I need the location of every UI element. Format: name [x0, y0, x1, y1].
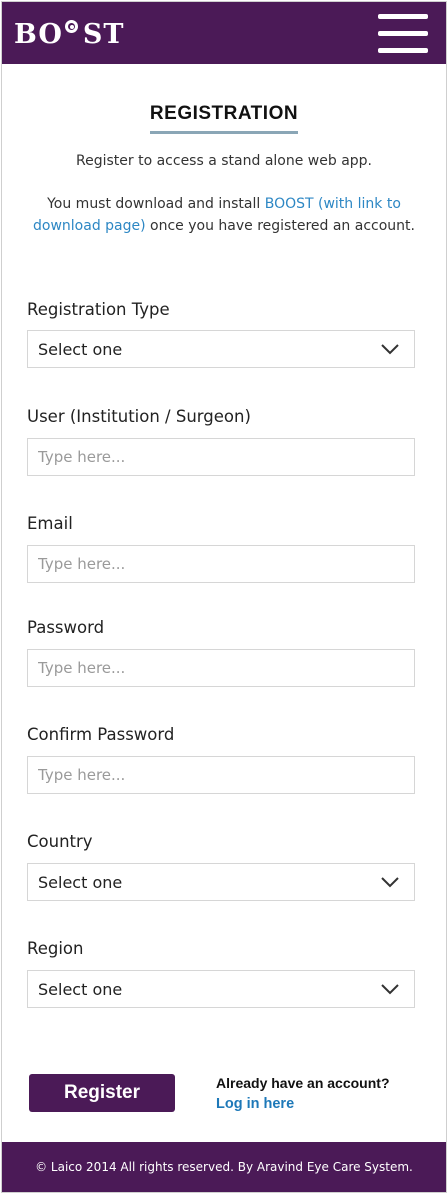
- country-select[interactable]: Select one: [27, 863, 415, 901]
- hamburger-menu-icon[interactable]: [378, 14, 428, 54]
- region-label: Region: [27, 939, 84, 958]
- download-notice-suffix: once you have registered an account.: [145, 218, 415, 234]
- user-field-box: [27, 438, 415, 476]
- account-question: Already have an account?: [216, 1075, 390, 1091]
- top-header: BO ST: [2, 2, 446, 64]
- email-input[interactable]: [28, 555, 414, 573]
- password-field-box: [27, 649, 415, 687]
- country-label: Country: [27, 832, 93, 851]
- user-label: User (Institution / Surgeon): [27, 407, 251, 426]
- logo-text-right: ST: [82, 18, 125, 50]
- logo-text-left: BO: [14, 18, 63, 50]
- confirm-password-label: Confirm Password: [27, 725, 175, 744]
- email-field-box: [27, 545, 415, 583]
- download-notice: You must download and install BOOST (wit…: [22, 193, 426, 237]
- region-select[interactable]: Select one: [27, 970, 415, 1008]
- download-notice-prefix: You must download and install: [47, 196, 265, 212]
- country-value: Select one: [38, 872, 123, 892]
- footer-copyright: © Laico 2014 All rights reserved. By Ara…: [35, 1160, 413, 1174]
- chevron-down-icon: [381, 877, 399, 888]
- registration-type-label: Registration Type: [27, 300, 170, 319]
- confirm-password-field-box: [27, 756, 415, 794]
- password-input[interactable]: [28, 659, 414, 677]
- chevron-down-icon: [381, 344, 399, 355]
- registration-type-select[interactable]: Select one: [27, 330, 415, 368]
- intro-text: Register to access a stand alone web app…: [76, 153, 372, 169]
- confirm-password-input[interactable]: [28, 766, 414, 784]
- registration-type-value: Select one: [38, 339, 123, 359]
- eye-icon: [64, 20, 82, 45]
- register-button[interactable]: Register: [29, 1074, 175, 1112]
- user-input[interactable]: [28, 448, 414, 466]
- chevron-down-icon: [381, 984, 399, 995]
- login-link[interactable]: Log in here: [216, 1096, 294, 1112]
- app-frame: BO ST REGISTRATION Register to access a …: [1, 1, 447, 1193]
- password-label: Password: [27, 618, 105, 637]
- email-label: Email: [27, 514, 73, 533]
- boost-logo[interactable]: BO ST: [14, 18, 124, 50]
- region-value: Select one: [38, 979, 123, 999]
- footer: © Laico 2014 All rights reserved. By Ara…: [2, 1142, 446, 1192]
- page-title-wrap: REGISTRATION: [2, 103, 446, 134]
- page-title: REGISTRATION: [149, 103, 299, 134]
